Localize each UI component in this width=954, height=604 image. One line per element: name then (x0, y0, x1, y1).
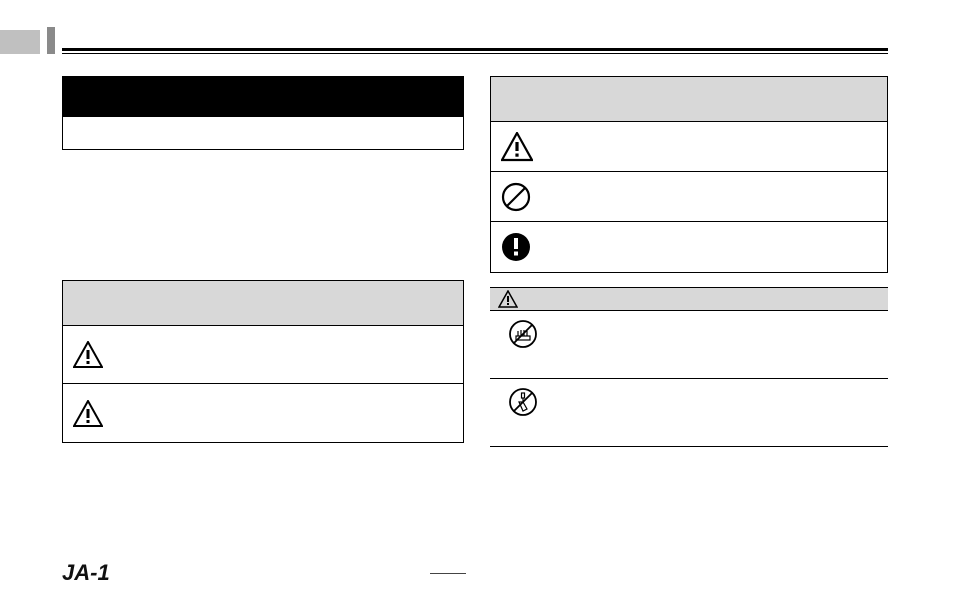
left-column (62, 76, 464, 443)
caution-header (490, 287, 888, 311)
section-title-bar (62, 76, 464, 116)
prohibit-icon (501, 182, 531, 212)
warning-icon (501, 132, 533, 162)
warning-icon (73, 341, 103, 368)
symbol-legend-table (62, 280, 464, 443)
legend-row (63, 384, 463, 442)
page-number: JA-1 (62, 560, 110, 586)
header-accent-bar (47, 27, 55, 54)
caution-row (490, 379, 888, 447)
caution-section (490, 287, 888, 447)
icon-key-row (491, 222, 887, 272)
manual-page: JA-1 (0, 0, 954, 604)
header-rule-thin (62, 53, 888, 54)
icon-key-header (491, 77, 887, 122)
footer-rule (430, 573, 466, 574)
section-subtitle-box (62, 116, 464, 150)
no-disassemble-icon (508, 387, 538, 417)
page-corner-marker (0, 30, 40, 54)
icon-key-row (491, 122, 887, 172)
no-wet-hand-icon (508, 319, 538, 349)
icon-key-table (490, 76, 888, 273)
caution-row (490, 311, 888, 379)
mandatory-icon (501, 232, 531, 262)
legend-row (63, 326, 463, 384)
right-column (490, 76, 888, 447)
legend-header (63, 281, 463, 326)
icon-key-row (491, 172, 887, 222)
header-rule-thick (62, 48, 888, 51)
warning-icon (498, 290, 518, 308)
warning-icon (73, 400, 103, 427)
